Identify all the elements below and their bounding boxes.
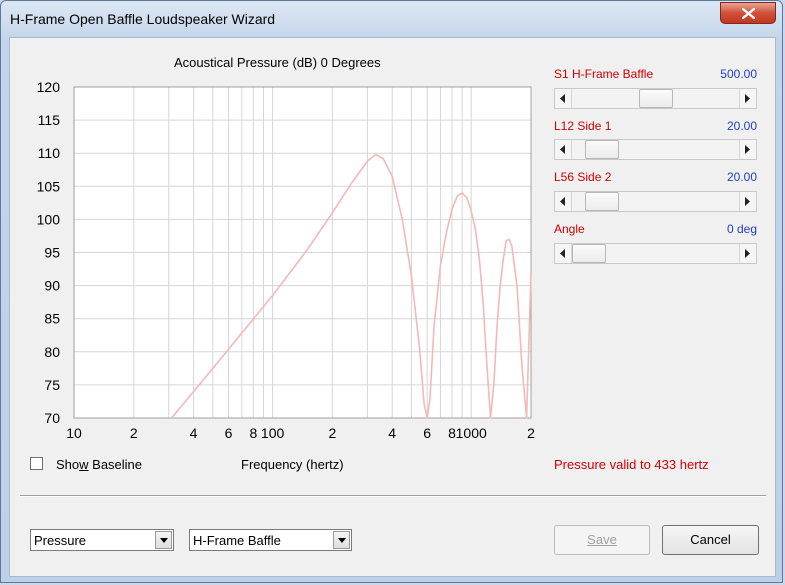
y-tick-label: 100	[37, 211, 61, 227]
x-tick-label: 2	[527, 425, 535, 441]
show-baseline-checkbox[interactable]	[30, 457, 43, 470]
x-tick-label: 100	[261, 425, 285, 441]
arrow-left-icon	[560, 94, 565, 103]
view-select-value: Pressure	[34, 533, 87, 548]
arrow-left-icon	[560, 249, 565, 258]
pressure-chart: 12011511010510095908580757010 2 4 6 8 100 2 4 6 8…	[37, 79, 535, 441]
s1-thumb[interactable]	[638, 89, 673, 108]
x-tick-label: 8	[249, 425, 257, 441]
separator	[20, 495, 766, 497]
s1-scroll-left[interactable]	[555, 89, 572, 108]
window-title: H-Frame Open Baffle Loudspeaker Wizard	[10, 11, 276, 27]
model-select-value: H-Frame Baffle	[193, 533, 281, 548]
arrow-left-icon	[560, 145, 565, 154]
angle-scroll-left[interactable]	[555, 244, 572, 263]
s1-slider[interactable]	[554, 88, 757, 109]
l12-scroll-right[interactable]	[739, 140, 756, 159]
angle-scroll-right[interactable]	[739, 244, 756, 263]
s1-value: 500.00	[720, 67, 757, 81]
y-tick-label: 110	[38, 145, 61, 161]
y-tick-label: 75	[44, 377, 60, 393]
s1-label: S1 H-Frame Baffle	[554, 67, 654, 81]
y-tick-label: 115	[38, 112, 61, 128]
save-button[interactable]: Save	[554, 525, 650, 555]
arrow-right-icon	[745, 145, 750, 154]
l56-thumb[interactable]	[585, 192, 620, 211]
view-select-dropdown[interactable]	[155, 531, 172, 549]
model-select[interactable]: H-Frame Baffle	[189, 529, 352, 551]
model-select-dropdown[interactable]	[333, 531, 350, 549]
l56-label: L56 Side 2	[554, 170, 612, 184]
status-text: Pressure valid to 433 hertz	[554, 457, 709, 472]
l56-value: 20.00	[726, 170, 757, 184]
l12-thumb[interactable]	[585, 140, 620, 159]
y-tick-label: 90	[44, 278, 60, 294]
l56-scroll-right[interactable]	[739, 192, 756, 211]
l12-value: 20.00	[726, 119, 757, 133]
chevron-down-icon	[338, 538, 346, 543]
x-tick-label: 6	[423, 425, 431, 441]
y-tick-label: 95	[44, 245, 60, 261]
y-tick-label: 80	[44, 344, 60, 360]
cancel-button[interactable]: Cancel	[662, 525, 759, 555]
show-baseline-label[interactable]: Show Baseline	[56, 457, 142, 472]
angle-slider[interactable]	[554, 243, 757, 264]
x-tick-label: 2	[130, 425, 138, 441]
s1-scroll-right[interactable]	[739, 89, 756, 108]
l12-scroll-left[interactable]	[555, 140, 572, 159]
y-tick-label: 120	[37, 79, 61, 95]
arrow-right-icon	[745, 197, 750, 206]
x-tick-label: 1000	[456, 425, 487, 441]
l12-label: L12 Side 1	[554, 119, 612, 133]
arrow-right-icon	[745, 249, 750, 258]
client-area: 120 115 110 105 100 95 90 85 80 75 70 10 2 4 6 8 100 2 4 6 8…	[9, 37, 776, 577]
arrow-left-icon	[560, 197, 565, 206]
view-select[interactable]: Pressure	[30, 529, 174, 551]
y-tick-label: 105	[37, 178, 61, 194]
wizard-window: H-Frame Open Baffle Loudspeaker Wizard 1…	[0, 0, 783, 583]
x-tick-label: 2	[328, 425, 336, 441]
l12-slider[interactable]	[554, 139, 757, 160]
x-tick-label: 10	[66, 425, 82, 441]
x-axis-label: Frequency (hertz)	[241, 457, 344, 472]
x-tick-label: 4	[388, 425, 396, 441]
close-icon	[742, 8, 755, 19]
close-button[interactable]	[720, 2, 776, 24]
y-tick-label: 70	[44, 410, 60, 426]
l56-scroll-left[interactable]	[555, 192, 572, 211]
angle-label: Angle	[554, 222, 585, 236]
angle-thumb[interactable]	[572, 244, 606, 263]
y-tick-label: 85	[44, 311, 60, 327]
arrow-right-icon	[745, 94, 750, 103]
x-tick-label: 6	[225, 425, 233, 441]
title-bar[interactable]: H-Frame Open Baffle Loudspeaker Wizard	[1, 1, 784, 37]
chart-title: Acoustical Pressure (dB) 0 Degrees	[174, 55, 381, 70]
l56-slider[interactable]	[554, 191, 757, 212]
angle-value: 0 deg	[726, 222, 757, 236]
chevron-down-icon	[160, 538, 168, 543]
x-tick-label: 4	[190, 425, 198, 441]
